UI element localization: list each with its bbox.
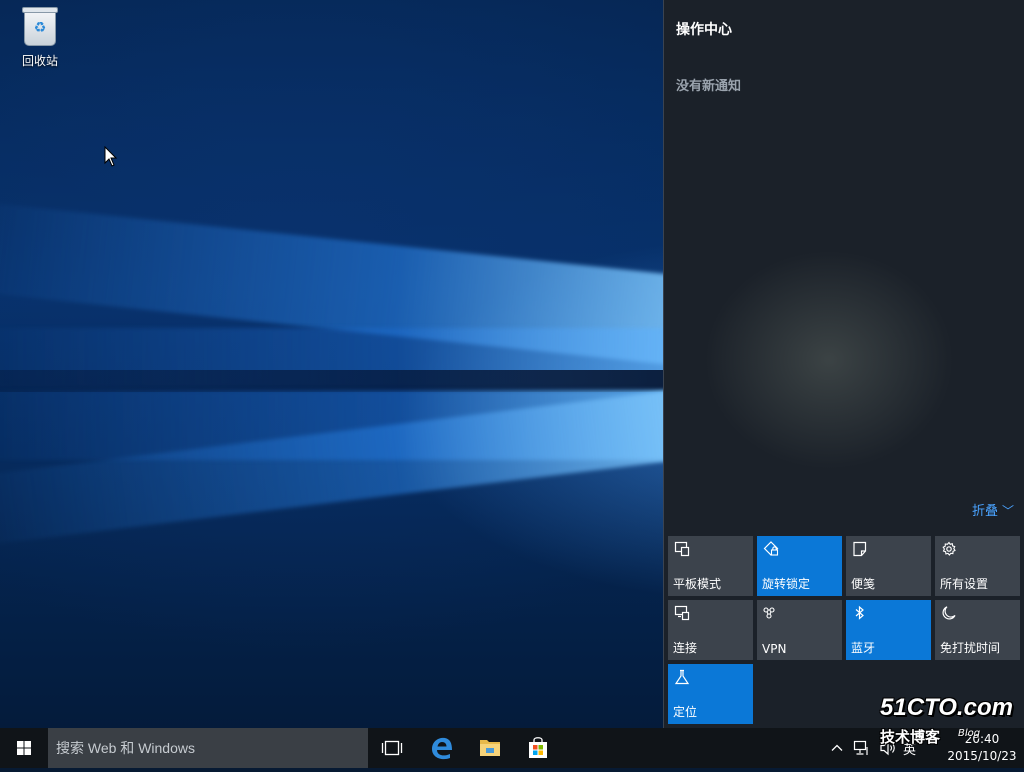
- tile-label: 蓝牙: [851, 641, 876, 655]
- quick-action-tablet-mode[interactable]: 平板模式: [668, 536, 753, 596]
- mouse-cursor-icon: [104, 146, 118, 167]
- quick-action-all-settings[interactable]: 所有设置: [935, 536, 1020, 596]
- windows-logo-icon: [17, 741, 31, 755]
- vpn-icon: [763, 607, 775, 619]
- edge-icon: [432, 737, 452, 760]
- no-notifications-message: 没有新通知: [676, 79, 742, 94]
- edge-browser-button[interactable]: [418, 728, 466, 768]
- action-center-panel: 操作中心 没有新通知 折叠 ﹀ 平板模式 旋转锁定 便笺 所有设置 连接 VPN …: [663, 0, 1024, 728]
- tile-label: 便笺: [851, 577, 876, 591]
- recycle-bin-icon: ♻: [22, 7, 58, 46]
- action-center-title: 操作中心: [676, 22, 732, 38]
- quick-action-note[interactable]: 便笺: [846, 536, 931, 596]
- connect-icon: [674, 605, 690, 621]
- network-icon[interactable]: [853, 740, 871, 756]
- rotation-lock-icon: [763, 541, 779, 556]
- file-explorer-icon: [480, 740, 500, 756]
- search-input[interactable]: 搜索 Web 和 Windows: [48, 728, 368, 768]
- location-icon: [674, 669, 690, 685]
- quick-action-quiet-hours[interactable]: 免打扰时间: [935, 600, 1020, 660]
- recycle-bin-shortcut[interactable]: ♻ 回收站: [12, 7, 68, 69]
- quick-action-connect[interactable]: 连接: [668, 600, 753, 660]
- background-blur: [704, 250, 954, 470]
- collapse-button[interactable]: 折叠 ﹀: [972, 500, 1014, 519]
- store-button[interactable]: [514, 728, 562, 768]
- task-view-icon: [381, 740, 403, 756]
- file-explorer-button[interactable]: [466, 728, 514, 768]
- collapse-label: 折叠: [971, 504, 998, 519]
- quick-action-bluetooth[interactable]: 蓝牙: [846, 600, 931, 660]
- note-icon: [853, 541, 867, 557]
- search-placeholder: 搜索 Web 和 Windows: [56, 740, 195, 756]
- clock-time: 20:40: [964, 732, 1000, 746]
- tile-label: 免打扰时间: [940, 641, 1001, 655]
- system-clock[interactable]: 20:40 2015/10/23: [942, 731, 1022, 765]
- tile-label: VPN: [762, 642, 787, 656]
- show-hidden-icons-chevron-up-icon[interactable]: [829, 740, 845, 756]
- clock-date: 2015/10/23: [947, 749, 1017, 763]
- moon-icon: [942, 606, 956, 620]
- recycle-arrows-icon: ♻: [33, 20, 47, 36]
- taskbar: 搜索 Web 和 Windows 英 20:40 2015/10/23: [0, 728, 1024, 768]
- store-icon: [529, 737, 547, 758]
- tile-label: 平板模式: [673, 577, 722, 591]
- tile-label: 旋转锁定: [762, 577, 811, 591]
- input-method-indicator[interactable]: 英: [903, 739, 916, 758]
- wallpaper-dark-band: [0, 370, 690, 392]
- bluetooth-icon: [855, 605, 864, 620]
- quick-action-location[interactable]: 定位: [668, 664, 753, 724]
- gear-icon: [942, 541, 956, 556]
- tile-label: 连接: [673, 641, 698, 655]
- quick-action-vpn[interactable]: VPN: [757, 600, 842, 660]
- chevron-down-icon: ﹀: [1001, 504, 1014, 518]
- task-view-button[interactable]: [368, 728, 416, 768]
- tile-label: 定位: [673, 705, 698, 719]
- tile-label: 所有设置: [940, 577, 989, 591]
- volume-icon[interactable]: [879, 740, 897, 756]
- tablet-mode-icon: [674, 541, 690, 557]
- start-button[interactable]: [0, 728, 48, 768]
- recycle-bin-label: 回收站: [21, 54, 58, 68]
- quick-action-rotation-lock[interactable]: 旋转锁定: [757, 536, 842, 596]
